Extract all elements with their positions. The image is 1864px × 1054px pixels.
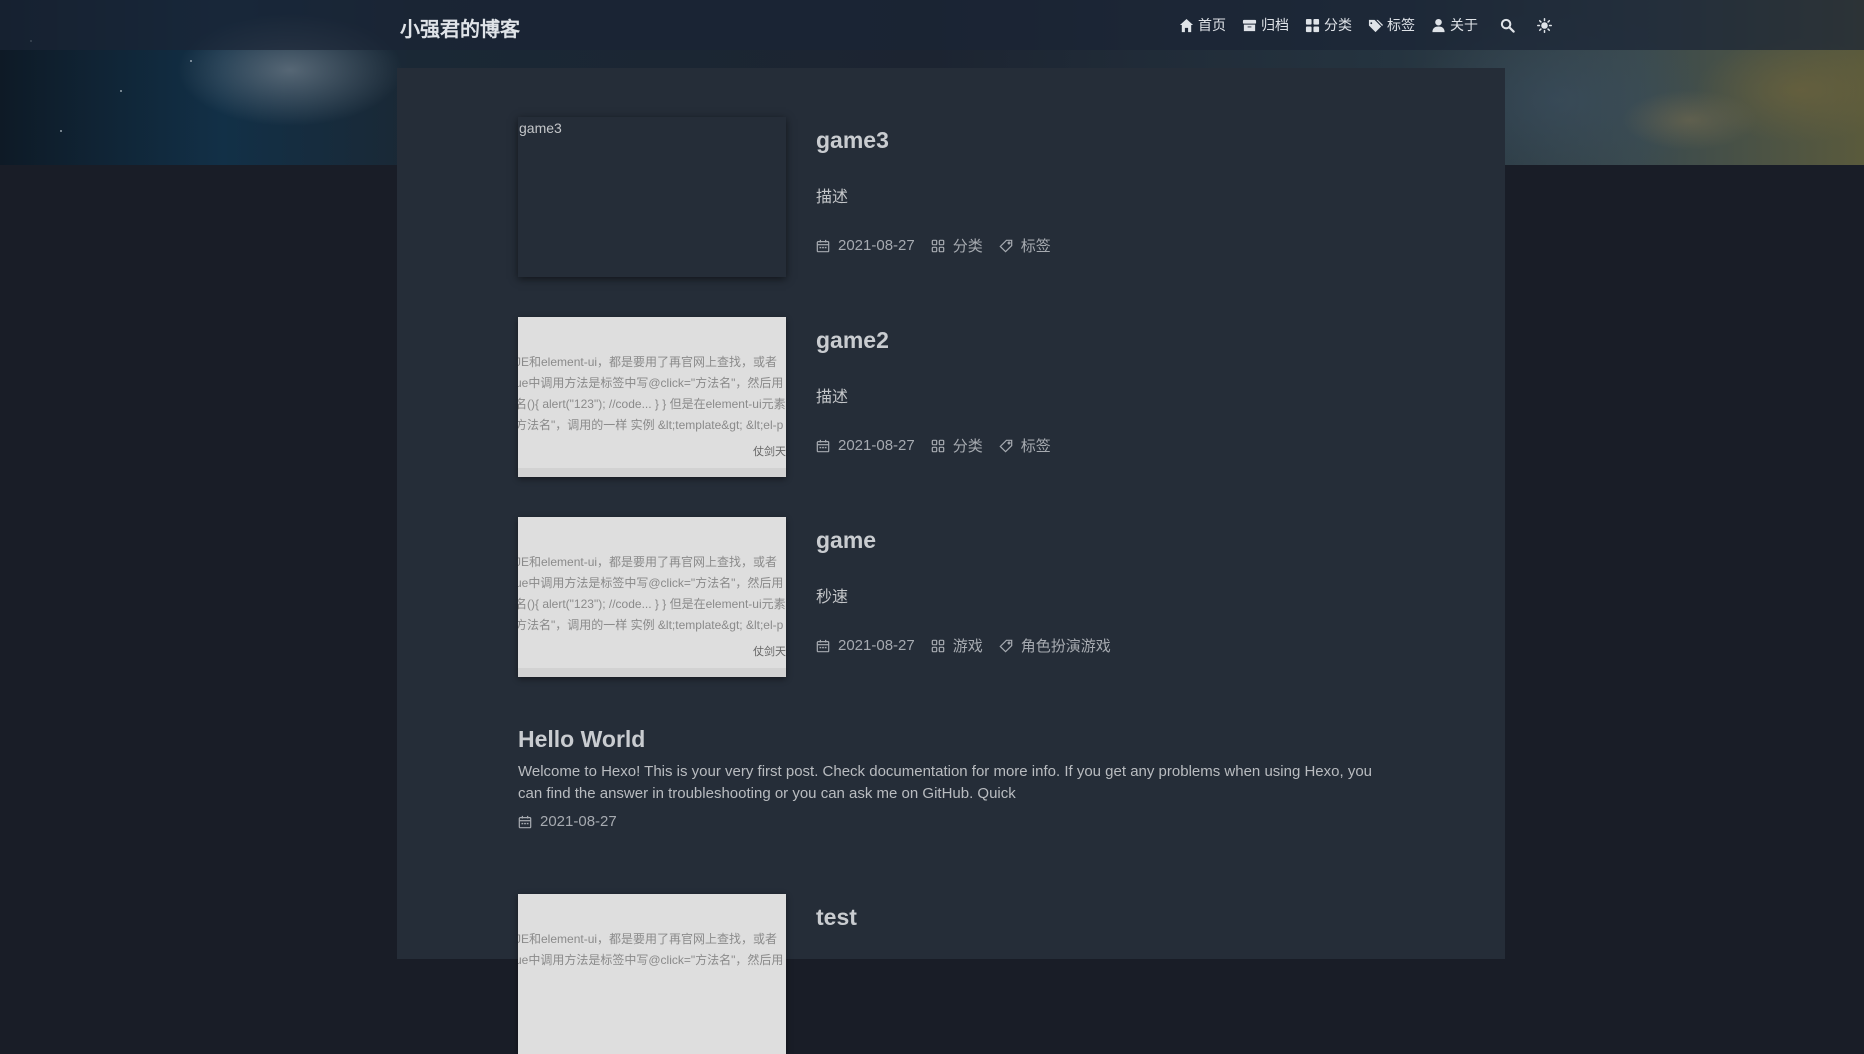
post-date-text: 2021-08-27	[838, 437, 915, 454]
thumbnail-text-line: ue中调用方法是标签中写@click="方法名"，然后用	[518, 953, 784, 967]
post-title[interactable]: game3	[816, 127, 889, 154]
post-meta: 2021-08-27 游戏 角色扮演游戏	[816, 635, 1127, 656]
nav-category-label: 分类	[1324, 17, 1352, 33]
post-date-text: 2021-08-27	[540, 813, 617, 830]
thumbnail-text-line: ue中调用方法是标签中写@click="方法名"，然后用	[518, 576, 784, 590]
post-category[interactable]: 分类	[931, 235, 983, 256]
site-title[interactable]: 小强君的博客	[400, 13, 520, 42]
nav-tags-label: 标签	[1387, 17, 1415, 33]
thumbnail-text-line: 方法名"，调用的一样 实例 &lt;template&gt; &lt;el-p	[518, 418, 784, 432]
tag-icon	[999, 239, 1013, 253]
tag-icon	[999, 639, 1013, 653]
thumbnail-alt-text: game3	[519, 120, 562, 136]
post-thumbnail[interactable]: JE和element-ui，都是要用了再官网上查找，或者 ue中调用方法是标签中…	[518, 894, 786, 1054]
category-icon	[931, 239, 945, 252]
post-thumbnail[interactable]: JE和element-ui，都是要用了再官网上查找，或者 ue中调用方法是标签中…	[518, 317, 786, 477]
post-description: 描述	[816, 389, 849, 406]
nav-home-label: 首页	[1198, 17, 1226, 33]
nav-archive[interactable]: 归档	[1242, 15, 1289, 35]
search-icon	[1500, 18, 1515, 33]
thumbnail-author: 仗剑天	[753, 446, 786, 458]
post-category-text: 游戏	[952, 638, 983, 655]
post-excerpt: Welcome to Hexo! This is your very first…	[518, 763, 1373, 802]
thumbnail-text-line: ue中调用方法是标签中写@click="方法名"，然后用	[518, 376, 784, 390]
thumbnail-footer-bar	[518, 668, 786, 677]
user-icon	[1432, 18, 1445, 32]
tag-icon	[999, 439, 1013, 453]
post-tag-text: 角色扮演游戏	[1020, 638, 1111, 655]
calendar-icon	[816, 239, 830, 252]
archive-icon	[1242, 19, 1257, 31]
sun-icon	[1537, 17, 1552, 33]
post-tag[interactable]: 标签	[999, 435, 1051, 456]
post-date: 2021-08-27	[816, 437, 915, 454]
post-tag[interactable]: 角色扮演游戏	[999, 635, 1111, 656]
category-icon	[931, 639, 945, 652]
nav-about[interactable]: 关于	[1431, 15, 1478, 35]
post-title[interactable]: game2	[816, 327, 889, 354]
thumbnail-author: 仗剑天	[753, 646, 786, 658]
post-tag-text: 标签	[1020, 438, 1051, 455]
post-meta: 2021-08-27 分类 标签	[816, 435, 1067, 456]
post-meta: 2021-08-27	[518, 813, 1378, 830]
nav-category[interactable]: 分类	[1305, 15, 1352, 35]
home-icon	[1179, 18, 1194, 32]
post-list: game3 game3 描述 2021-08-27 分类 标签 JE和eleme…	[397, 68, 1505, 1054]
post-card: Hello World Welcome to Hexo! This is you…	[518, 726, 1378, 830]
thumbnail-text-line: 名(){ alert("123"); //code... } } 但是在elem…	[518, 597, 786, 611]
nav-archive-label: 归档	[1261, 17, 1289, 33]
post-tag[interactable]: 标签	[999, 235, 1051, 256]
post-title[interactable]: Hello World	[518, 726, 1378, 753]
post-description: 秒速	[816, 589, 849, 606]
thumbnail-text-line: 名(){ alert("123"); //code... } } 但是在elem…	[518, 397, 786, 411]
nav-menu: 首页 归档 分类 标签 关于	[1163, 0, 1552, 50]
post-meta: 2021-08-27 分类 标签	[816, 235, 1067, 256]
tags-icon	[1368, 19, 1383, 32]
nav-home[interactable]: 首页	[1179, 15, 1226, 35]
calendar-icon	[816, 639, 830, 652]
thumbnail-footer-bar	[518, 468, 786, 477]
post-tag-text: 标签	[1020, 238, 1051, 255]
post-thumbnail[interactable]: game3	[518, 117, 786, 277]
post-title[interactable]: test	[816, 904, 857, 931]
thumbnail-text-line: 方法名"，调用的一样 实例 &lt;template&gt; &lt;el-p	[518, 618, 784, 632]
post-date: 2021-08-27	[518, 813, 617, 830]
post-category[interactable]: 分类	[931, 435, 983, 456]
post-category-text: 分类	[952, 438, 983, 455]
category-icon	[931, 439, 945, 452]
thumbnail-text-line: JE和element-ui，都是要用了再官网上查找，或者	[518, 932, 778, 946]
navbar: 小强君的博客 首页 归档 分类 标签 关于	[0, 0, 1864, 50]
post-date: 2021-08-27	[816, 637, 915, 654]
thumbnail-text-line: JE和element-ui，都是要用了再官网上查找，或者	[518, 555, 778, 569]
search-button[interactable]	[1500, 18, 1515, 33]
post-description: 描述	[816, 189, 849, 206]
post-date-text: 2021-08-27	[838, 237, 915, 254]
nav-about-label: 关于	[1450, 17, 1478, 33]
theme-toggle[interactable]	[1537, 17, 1552, 33]
post-category-text: 分类	[952, 238, 983, 255]
post-date: 2021-08-27	[816, 237, 915, 254]
nav-tags[interactable]: 标签	[1368, 15, 1415, 35]
thumbnail-text-line: JE和element-ui，都是要用了再官网上查找，或者	[518, 355, 778, 369]
post-title[interactable]: game	[816, 527, 876, 554]
post-date-text: 2021-08-27	[838, 637, 915, 654]
category-icon	[1305, 18, 1320, 32]
calendar-icon	[518, 815, 532, 828]
post-category[interactable]: 游戏	[931, 635, 983, 656]
post-thumbnail[interactable]: JE和element-ui，都是要用了再官网上查找，或者 ue中调用方法是标签中…	[518, 517, 786, 677]
calendar-icon	[816, 439, 830, 452]
